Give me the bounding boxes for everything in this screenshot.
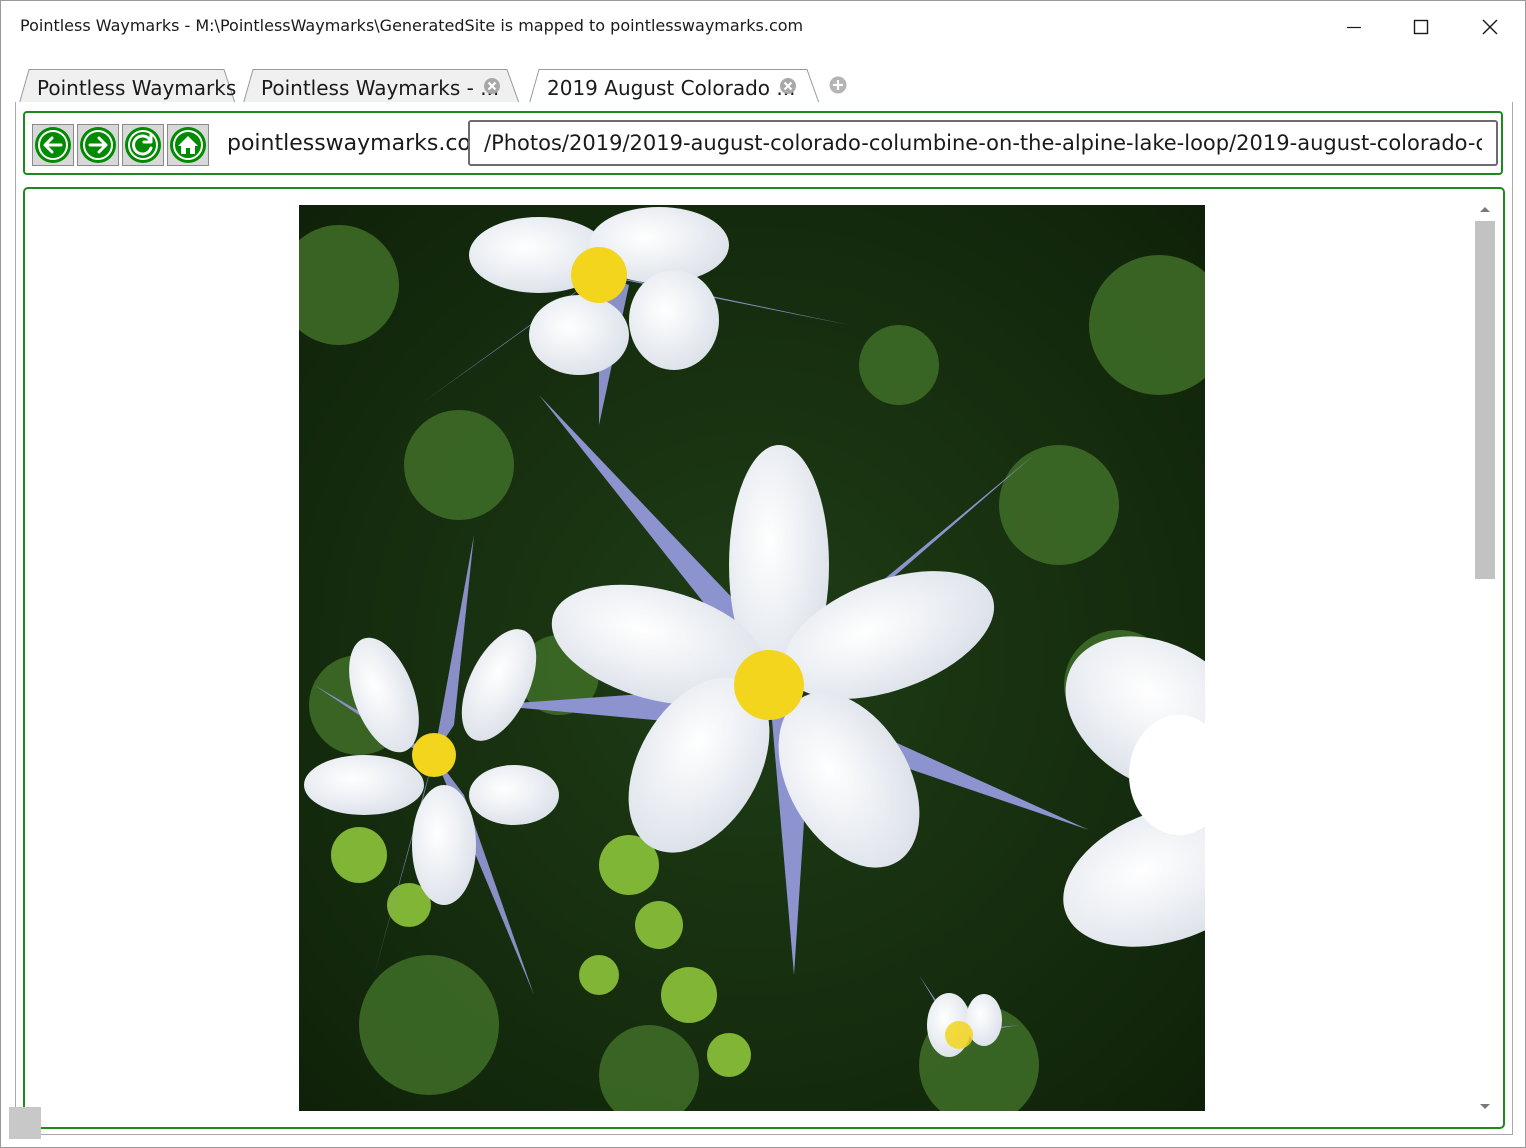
site-domain-label: pointlesswaymarks.com (227, 131, 493, 156)
home-icon (170, 127, 206, 163)
maximize-button[interactable] (1387, 1, 1455, 53)
tab-pointless-waymarks-2[interactable]: Pointless Waymarks - ... (243, 69, 520, 103)
vertical-scrollbar[interactable] (1475, 197, 1495, 1119)
back-arrow-icon (35, 127, 71, 163)
tab-strip: Pointless Waymarks Pointless Waymarks - … (15, 63, 1515, 103)
add-tab-icon[interactable] (828, 75, 848, 95)
tab-label: 2019 August Colorado ... (547, 76, 796, 100)
back-button[interactable] (32, 124, 74, 166)
close-icon (1482, 19, 1498, 35)
forward-button[interactable] (77, 124, 119, 166)
tab-2019-august-colorado[interactable]: 2019 August Colorado ... (529, 69, 820, 103)
tab-label: Pointless Waymarks - ... (261, 76, 500, 100)
title-bar[interactable]: Pointless Waymarks - M:\PointlessWaymark… (1, 1, 1525, 53)
scroll-up-arrow-icon[interactable] (1479, 205, 1491, 213)
tab-label: Pointless Waymarks (37, 76, 237, 100)
maximize-icon (1413, 19, 1429, 35)
app-window: Pointless Waymarks - M:\PointlessWaymark… (0, 0, 1526, 1148)
navigation-bar: pointlesswaymarks.com (23, 111, 1503, 175)
close-button[interactable] (1456, 1, 1524, 53)
scroll-down-arrow-icon[interactable] (1479, 1103, 1491, 1111)
tab-close-icon[interactable] (483, 77, 501, 95)
refresh-icon (125, 127, 161, 163)
resize-grip[interactable] (9, 1107, 41, 1139)
tab-pointless-waymarks[interactable]: Pointless Waymarks (19, 69, 237, 103)
window-title: Pointless Waymarks - M:\PointlessWaymark… (20, 16, 804, 35)
scroll-thumb[interactable] (1475, 221, 1495, 579)
minimize-icon (1347, 26, 1361, 29)
columbine-photo (299, 205, 1205, 1111)
tab-close-icon[interactable] (779, 77, 797, 95)
refresh-button[interactable] (122, 124, 164, 166)
minimize-button[interactable] (1320, 1, 1388, 53)
web-view[interactable] (23, 187, 1505, 1129)
home-button[interactable] (167, 124, 209, 166)
forward-arrow-icon (80, 127, 116, 163)
url-path-input[interactable] (468, 120, 1498, 166)
